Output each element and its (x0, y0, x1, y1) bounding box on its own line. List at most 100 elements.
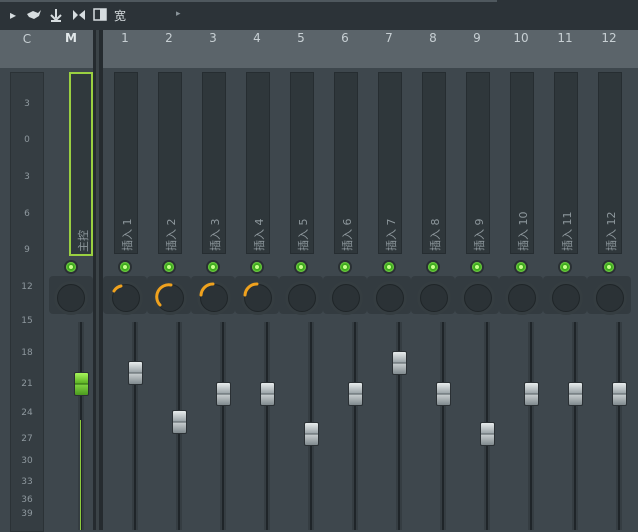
insert-fader-track (574, 322, 576, 530)
insert-fader[interactable] (568, 382, 583, 406)
play-arrow-icon[interactable]: ▸ (10, 8, 16, 22)
insert-fader[interactable] (128, 361, 143, 385)
panel-icon[interactable] (93, 8, 107, 25)
insert-fader[interactable] (260, 382, 275, 406)
mixer-toolbar: ▸ 宽 ▸ (0, 0, 638, 31)
knob-value-arc (199, 282, 215, 297)
insert-strip[interactable]: 插入 5 (290, 72, 314, 254)
db-scale-label: 3 (24, 99, 30, 109)
strip-name: 插入 10 (517, 211, 530, 252)
db-scale-label: 27 (21, 434, 33, 444)
insert-pan-knob[interactable] (288, 284, 316, 312)
insert-header-11[interactable]: 11 (550, 31, 580, 49)
db-scale-label: 33 (21, 477, 33, 487)
strip-name: 插入 7 (385, 218, 398, 252)
insert-header-7[interactable]: 7 (374, 31, 404, 49)
insert-strip[interactable]: 插入 3 (202, 72, 226, 254)
insert-pan-knob[interactable] (508, 284, 536, 312)
insert-pan-knob[interactable] (420, 284, 448, 312)
db-scale-label: 6 (24, 209, 30, 219)
insert-fader[interactable] (612, 382, 627, 406)
width-label[interactable]: 宽 (114, 7, 126, 24)
insert-header-9[interactable]: 9 (462, 31, 492, 49)
insert-enable-led[interactable] (120, 262, 130, 272)
insert-enable-led[interactable] (516, 262, 526, 272)
bird-icon[interactable] (26, 8, 42, 25)
insert-pan-knob[interactable] (464, 284, 492, 312)
db-scale-label: 0 (24, 135, 30, 145)
insert-fader[interactable] (172, 410, 187, 434)
insert-strip[interactable]: 插入 4 (246, 72, 270, 254)
speaker-icon[interactable] (72, 8, 86, 25)
strip-name: 主控 (77, 230, 90, 252)
db-scale-label: 9 (24, 245, 30, 255)
insert-strip[interactable]: 插入 9 (466, 72, 490, 254)
insert-fader[interactable] (392, 351, 407, 375)
insert-enable-led[interactable] (252, 262, 262, 272)
insert-strip[interactable]: 插入 10 (510, 72, 534, 254)
db-scale-label: 21 (21, 379, 33, 389)
insert-strip[interactable]: 插入 1 (114, 72, 138, 254)
master-strip[interactable]: 主控 (69, 72, 93, 256)
insert-fader[interactable] (436, 382, 451, 406)
db-scale-label: 3 (24, 172, 30, 182)
insert-enable-led[interactable] (560, 262, 570, 272)
master-enable-led[interactable] (66, 262, 76, 272)
insert-header-8[interactable]: 8 (418, 31, 448, 49)
insert-fader[interactable] (216, 382, 231, 406)
insert-fader[interactable] (304, 422, 319, 446)
insert-header-1[interactable]: 1 (110, 31, 140, 49)
master-track-label[interactable]: M (56, 31, 86, 49)
knob-value-arc (155, 283, 173, 307)
strip-name: 插入 1 (121, 218, 134, 252)
insert-pan-knob[interactable] (332, 284, 360, 312)
insert-header-2[interactable]: 2 (154, 31, 184, 49)
master-fader[interactable] (74, 372, 89, 396)
insert-strip[interactable]: 插入 12 (598, 72, 622, 254)
strip-name: 插入 3 (209, 218, 222, 252)
insert-header-12[interactable]: 12 (594, 31, 624, 49)
strip-name: 插入 9 (473, 218, 486, 252)
strip-name: 插入 12 (605, 211, 618, 252)
insert-strip[interactable]: 插入 11 (554, 72, 578, 254)
insert-enable-led[interactable] (208, 262, 218, 272)
insert-enable-led[interactable] (428, 262, 438, 272)
insert-fader[interactable] (524, 382, 539, 406)
insert-fader-track (222, 322, 224, 530)
insert-enable-led[interactable] (384, 262, 394, 272)
toolbar-arrow-icon[interactable]: ▸ (176, 9, 181, 19)
insert-strip[interactable]: 插入 7 (378, 72, 402, 254)
insert-fader[interactable] (480, 422, 495, 446)
insert-header-3[interactable]: 3 (198, 31, 228, 49)
mixer-divider-handle[interactable] (96, 30, 99, 530)
strip-name: 插入 4 (253, 218, 266, 252)
insert-strip[interactable]: 插入 2 (158, 72, 182, 254)
db-scale-label: 12 (21, 282, 33, 292)
insert-header-6[interactable]: 6 (330, 31, 360, 49)
strip-name: 插入 5 (297, 218, 310, 252)
insert-pan-knob[interactable] (596, 284, 624, 312)
db-scale-label: 24 (21, 408, 33, 418)
insert-pan-knob[interactable] (376, 284, 404, 312)
anchor-icon[interactable] (49, 8, 63, 25)
db-scale-label: 18 (21, 348, 33, 358)
insert-pan-knob[interactable] (552, 284, 580, 312)
insert-fader[interactable] (348, 382, 363, 406)
knob-value-arc (243, 282, 259, 297)
strip-name: 插入 2 (165, 218, 178, 252)
insert-enable-led[interactable] (340, 262, 350, 272)
db-scale: 3 0 3 6 9 12 15 18 21 24 27 30 33 36 39 (10, 72, 44, 532)
master-pan-knob[interactable] (57, 284, 85, 312)
insert-enable-led[interactable] (164, 262, 174, 272)
insert-enable-led[interactable] (604, 262, 614, 272)
insert-enable-led[interactable] (296, 262, 306, 272)
insert-strip[interactable]: 插入 8 (422, 72, 446, 254)
insert-header-5[interactable]: 5 (286, 31, 316, 49)
insert-enable-led[interactable] (472, 262, 482, 272)
insert-fader-track (354, 322, 356, 530)
insert-header-10[interactable]: 10 (506, 31, 536, 49)
current-track-label[interactable]: C (12, 32, 42, 50)
insert-header-4[interactable]: 4 (242, 31, 272, 49)
insert-fader-track (618, 322, 620, 530)
insert-strip[interactable]: 插入 6 (334, 72, 358, 254)
